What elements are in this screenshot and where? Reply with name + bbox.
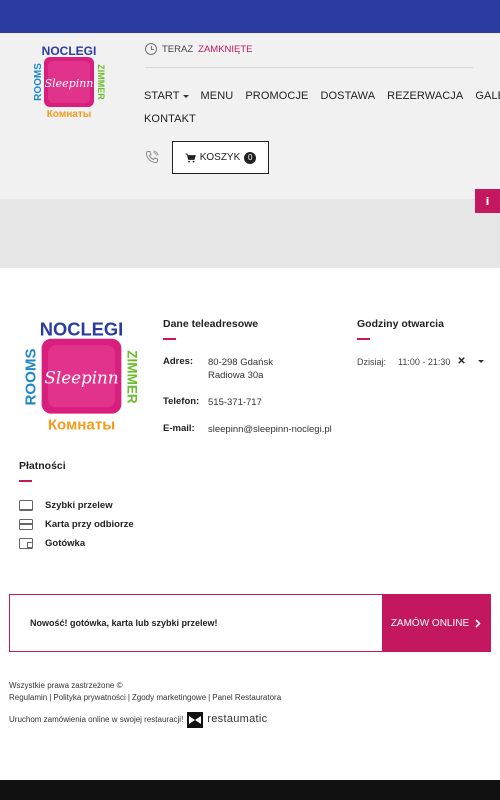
link-regulamin[interactable]: Regulamin [9,693,47,702]
address-label: Adres: [163,356,194,367]
address-line-2: Radiowa 30a [208,370,264,381]
chevron-right-icon [475,618,481,628]
clock-icon [145,43,157,55]
cart-button[interactable]: KOSZYK 0 [172,141,269,174]
logo-top-text: NOCLEGI [42,44,97,58]
main-nav: START MENU PROMOCJE DOSTAWA REZERWACJA G… [144,89,500,126]
logo-right-text: ZIMMER [125,350,140,404]
accent-divider [19,480,32,482]
status-divider [145,67,473,68]
logo-graphic-large: Sleepinn NOCLEGI ROOMS ZIMMER Комнаты [22,319,140,434]
promo-banner: Nowość! gotówka, karta lub szybki przele… [9,594,491,652]
payment-item: Gotówka [19,534,134,553]
logo-left-text: ROOMS [22,348,39,405]
status-value: ZAMKNIĘTE [198,43,253,55]
logo-center-text: Sleepinn [45,77,94,90]
nav-item-menu[interactable]: MENU [201,90,234,102]
payment-label: Karta przy odbiorze [45,519,134,530]
open-status: TERAZ ZAMKNIĘTE [145,43,253,55]
nav-item-promocje[interactable]: PROMOCJE [245,90,308,102]
link-separator: | [127,692,130,702]
nav-item-rezerwacja[interactable]: REZERWACJA [387,90,463,102]
top-bar [0,0,500,33]
restaumatic-logo[interactable]: restaumatic [187,712,267,728]
email-row: E-mail: sleepinn@sleepinn-noclegi.pl [163,423,332,436]
close-icon: ✕ [457,356,466,367]
payment-label: Gotówka [45,538,86,549]
logo-graphic: Sleepinn NOCLEGI ROOMS ZIMMER Комнаты [33,44,106,120]
link-separator: | [49,692,52,702]
content-placeholder [0,199,500,268]
link-marketing-consents[interactable]: Zgody marketingowe [132,693,206,702]
logo-bottom-text: Комнаты [48,417,115,434]
status-prefix: TERAZ [162,43,194,55]
chevron-down-icon [182,94,189,98]
phone-link[interactable]: 515-371-717 [208,396,262,409]
cart-count-badge: 0 [244,151,257,164]
restaumatic-brand: restaumatic [207,713,268,726]
hours-day: Dzisiaj: [357,356,387,367]
contact-section: Dane teleadresowe Adres: 80-298 Gdańsk R… [163,318,332,450]
header: Sleepinn NOCLEGI ROOMS ZIMMER Комнаты TE… [0,33,500,199]
logo-top-text: NOCLEGI [40,319,124,340]
footer-logo[interactable]: Sleepinn NOCLEGI ROOMS ZIMMER Комнаты [19,318,144,436]
nav-item-galeria[interactable]: GALERIA [475,90,500,102]
link-privacy[interactable]: Polityka prywatności [53,693,125,702]
payments-section: Płatności Szybki przelew Karta przy odbi… [19,460,134,553]
link-restaurant-panel[interactable]: Panel Restauratora [212,693,281,702]
logo-bottom-text: Комнаты [47,109,92,120]
legal-section: Wszystkie prawa zastrzeżone © Regulamin |… [9,680,281,728]
logo-left-text: ROOMS [33,63,44,101]
email-link[interactable]: sleepinn@sleepinn-noclegi.pl [208,423,332,436]
email-label: E-mail: [163,423,195,434]
contact-title: Dane teleadresowe [163,318,259,330]
promo-text: Nowość! gotówka, karta lub szybki przele… [30,618,218,628]
nav-item-dostawa[interactable]: DOSTAWA [320,90,375,102]
logo-right-text: ZIMMER [96,64,106,100]
hours-time: 11:00 - 21:30 [398,356,451,367]
order-online-label: ZAMÓW ONLINE [390,617,470,629]
cart-icon [185,153,196,162]
payment-item: Szybki przelew [19,496,134,515]
wallet-icon [19,538,33,549]
chevron-down-icon [477,360,484,363]
phone-row: Telefon: 515-371-717 [163,396,332,409]
laptop-icon [19,500,33,511]
accent-divider [163,338,176,340]
accent-divider [357,338,370,340]
address-row: Adres: 80-298 Gdańsk Radiowa 30a [163,356,332,382]
copyright-text: Wszystkie prawa zastrzeżone © [9,681,123,690]
header-logo[interactable]: Sleepinn NOCLEGI ROOMS ZIMMER Комнаты [30,43,108,121]
payment-label: Szybki przelew [45,500,113,511]
restaumatic-icon [187,712,204,728]
nav-item-start[interactable]: START [144,90,189,102]
payment-item: Karta przy odbiorze [19,515,134,534]
footer: Sleepinn NOCLEGI ROOMS ZIMMER Комнаты Da… [0,268,500,780]
restaumatic-text: Uruchom zamówienia online w swojej resta… [9,715,184,725]
hours-dropdown[interactable]: Dzisiaj: 11:00 - 21:30 ✕ [357,356,487,367]
nav-item-kontakt[interactable]: KONTAKT [144,113,196,125]
link-separator: | [208,692,211,702]
opening-hours-section: Godziny otwarcia Dzisiaj: 11:00 - 21:30 … [357,318,487,367]
payments-title: Płatności [19,460,66,472]
address-line-1: 80-298 Gdańsk [208,357,273,368]
credit-card-icon [19,519,33,530]
bottom-bar [0,780,500,800]
order-online-button[interactable]: ZAMÓW ONLINE [382,595,490,651]
restaumatic-promo: Uruchom zamówienia online w swojej resta… [9,712,281,728]
info-icon[interactable]: i [475,189,500,213]
cart-label: KOSZYK [199,152,241,163]
phone-label: Telefon: [163,396,200,407]
hours-title: Godziny otwarcia [357,318,444,330]
logo-center-text: Sleepinn [44,367,118,387]
legal-links: Regulamin | Polityka prywatności | Zgody mar… [9,692,281,704]
phone-icon[interactable] [145,150,159,164]
